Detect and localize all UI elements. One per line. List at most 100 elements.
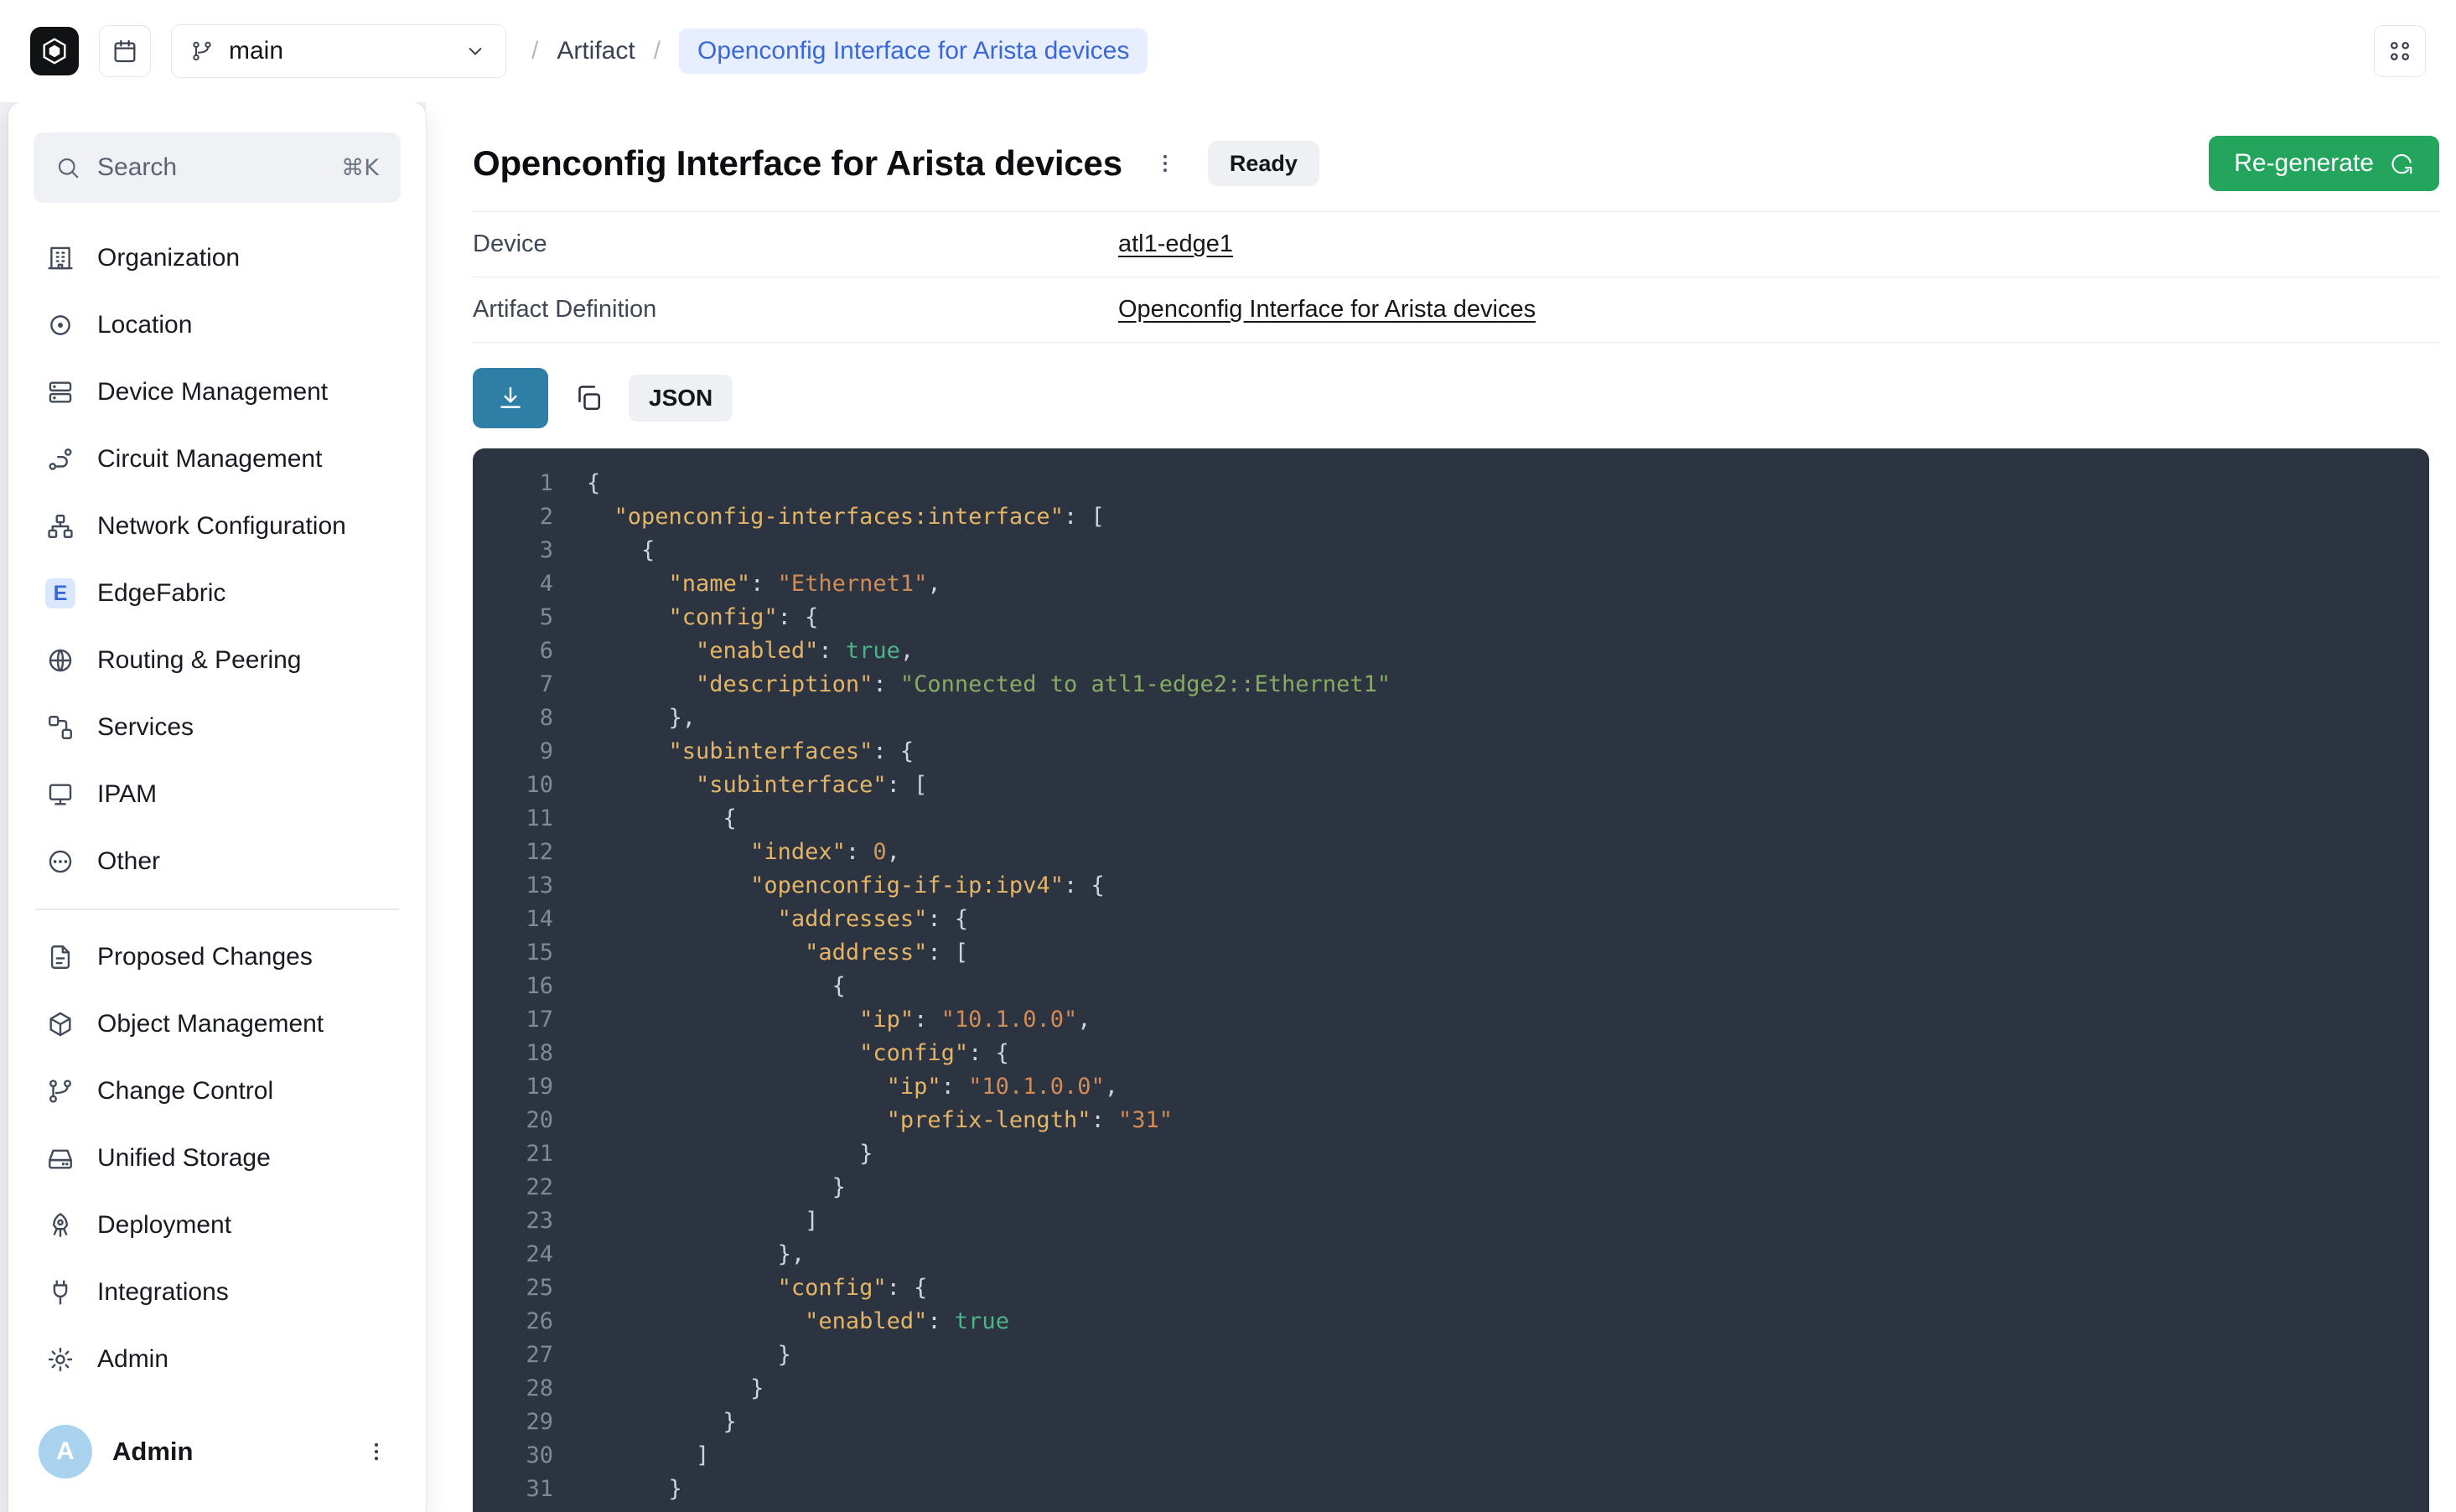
sidebar-item-organization[interactable]: Organization: [34, 225, 401, 292]
code-line: 28 }: [473, 1372, 2429, 1406]
code-line: 22 }: [473, 1171, 2429, 1204]
line-number: 29: [473, 1406, 553, 1439]
code-toolbar: JSON: [473, 368, 2439, 428]
circuit-icon: [45, 444, 75, 474]
code-text: },: [553, 1506, 669, 1512]
sidebar-item-label: Unified Storage: [97, 1144, 271, 1173]
sidebar-item-label: Other: [97, 847, 160, 876]
code-text: {: [553, 970, 846, 1003]
apps-grid-icon: [2386, 38, 2413, 65]
code-line: 1{: [473, 467, 2429, 500]
line-number: 15: [473, 936, 553, 970]
line-number: 10: [473, 769, 553, 802]
sidebar-item-label: Object Management: [97, 1010, 324, 1038]
code-line: 19 "ip": "10.1.0.0",: [473, 1070, 2429, 1104]
code-text: ]: [553, 1439, 709, 1473]
sidebar-item-integrations[interactable]: Integrations: [34, 1259, 401, 1326]
sidebar-item-unified-storage[interactable]: Unified Storage: [34, 1125, 401, 1192]
chevron-down-icon: [464, 39, 487, 63]
line-number: 2: [473, 500, 553, 534]
sidebar-item-edgefabric[interactable]: EEdgeFabric: [34, 560, 401, 627]
sidebar-item-change-control[interactable]: Change Control: [34, 1058, 401, 1125]
sidebar-item-label: Services: [97, 713, 194, 742]
sidebar-item-deployment[interactable]: Deployment: [34, 1192, 401, 1259]
code-line: 20 "prefix-length": "31": [473, 1104, 2429, 1137]
sidebar-item-circuit-management[interactable]: Circuit Management: [34, 426, 401, 493]
field-value-link[interactable]: Openconfig Interface for Arista devices: [1118, 296, 1536, 324]
sidebar-item-services[interactable]: Services: [34, 694, 401, 761]
sidebar-item-label: IPAM: [97, 780, 157, 809]
line-number: 22: [473, 1171, 553, 1204]
integrations-icon: [45, 1277, 75, 1307]
code-line: 27 }: [473, 1339, 2429, 1372]
code-text: "description": "Connected to atl1-edge2:…: [553, 668, 1391, 702]
breadcrumb-item-openconfig-interface-for-arista-devices[interactable]: Openconfig Interface for Arista devices: [679, 28, 1148, 74]
sidebar-item-object-management[interactable]: Object Management: [34, 991, 401, 1058]
code-text: {: [553, 467, 600, 500]
download-icon: [496, 384, 525, 412]
regenerate-label: Re-generate: [2234, 149, 2374, 178]
code-line: 10 "subinterface": [: [473, 769, 2429, 802]
user-menu-button[interactable]: [357, 1432, 396, 1471]
calendar-button[interactable]: [99, 25, 151, 77]
code-line: 14 "addresses": {: [473, 903, 2429, 936]
line-number: 24: [473, 1238, 553, 1271]
sidebar-item-label: Location: [97, 311, 192, 339]
line-number: 8: [473, 702, 553, 735]
building-icon: [45, 243, 75, 273]
code-line: 24 },: [473, 1238, 2429, 1271]
code-text: }: [553, 1372, 764, 1406]
topbar: main /Artifact/Openconfig Interface for …: [0, 0, 2456, 102]
regenerate-button[interactable]: Re-generate: [2209, 136, 2439, 191]
code-text: "openconfig-if-ip:ipv4": {: [553, 869, 1105, 903]
breadcrumb-separator: /: [531, 37, 538, 65]
globe-icon: [45, 645, 75, 676]
search-shortcut: ⌘K: [341, 155, 379, 181]
code-line: 31 }: [473, 1473, 2429, 1506]
app-logo[interactable]: [30, 27, 79, 75]
code-text: "ip": "10.1.0.0",: [553, 1070, 1118, 1104]
code-panel[interactable]: 1{2 "openconfig-interfaces:interface": […: [473, 448, 2429, 1512]
sidebar-item-proposed-changes[interactable]: Proposed Changes: [34, 924, 401, 991]
line-number: 19: [473, 1070, 553, 1104]
field-label: Artifact Definition: [473, 296, 1118, 324]
code-text: "name": "Ethernet1",: [553, 567, 941, 601]
sidebar-item-network-configuration[interactable]: Network Configuration: [34, 493, 401, 560]
field-value-link[interactable]: atl1-edge1: [1118, 230, 1233, 258]
code-text: "ip": "10.1.0.0",: [553, 1003, 1091, 1037]
line-number: 11: [473, 802, 553, 836]
breadcrumb-item-artifact[interactable]: Artifact: [557, 37, 635, 65]
line-number: 23: [473, 1204, 553, 1238]
download-button[interactable]: [473, 368, 548, 428]
line-number: 4: [473, 567, 553, 601]
sidebar-item-ipam[interactable]: IPAM: [34, 761, 401, 828]
line-number: 5: [473, 601, 553, 634]
code-line: 11 {: [473, 802, 2429, 836]
git-branch-icon: [190, 39, 214, 63]
sidebar-item-other[interactable]: Other: [34, 828, 401, 895]
code-line: 13 "openconfig-if-ip:ipv4": {: [473, 869, 2429, 903]
sidebar-item-device-management[interactable]: Device Management: [34, 359, 401, 426]
rocket-icon: [45, 1210, 75, 1240]
kebab-icon: [364, 1439, 389, 1464]
branch-selector[interactable]: main: [171, 24, 506, 78]
sidebar-item-routing-peering[interactable]: Routing & Peering: [34, 627, 401, 694]
apps-grid-button[interactable]: [2374, 25, 2426, 77]
line-number: 31: [473, 1473, 553, 1506]
sidebar-item-admin[interactable]: Admin: [34, 1326, 401, 1393]
title-menu-button[interactable]: [1146, 144, 1184, 183]
fields-table: Deviceatl1-edge1Artifact DefinitionOpenc…: [473, 211, 2439, 343]
hexagon-logo-icon: [39, 36, 70, 66]
code-line: 26 "enabled": true: [473, 1305, 2429, 1339]
code-line: 7 "description": "Connected to atl1-edge…: [473, 668, 2429, 702]
other-icon: [45, 847, 75, 877]
page-title: Openconfig Interface for Arista devices: [473, 143, 1122, 184]
code-text: "prefix-length": "31": [553, 1104, 1173, 1137]
sidebar-item-location[interactable]: Location: [34, 292, 401, 359]
code-line: 17 "ip": "10.1.0.0",: [473, 1003, 2429, 1037]
search-input[interactable]: Search ⌘K: [34, 132, 401, 203]
format-chip[interactable]: JSON: [629, 375, 733, 422]
git-branch-icon: [45, 1076, 75, 1106]
location-icon: [45, 310, 75, 340]
copy-button[interactable]: [573, 383, 604, 413]
